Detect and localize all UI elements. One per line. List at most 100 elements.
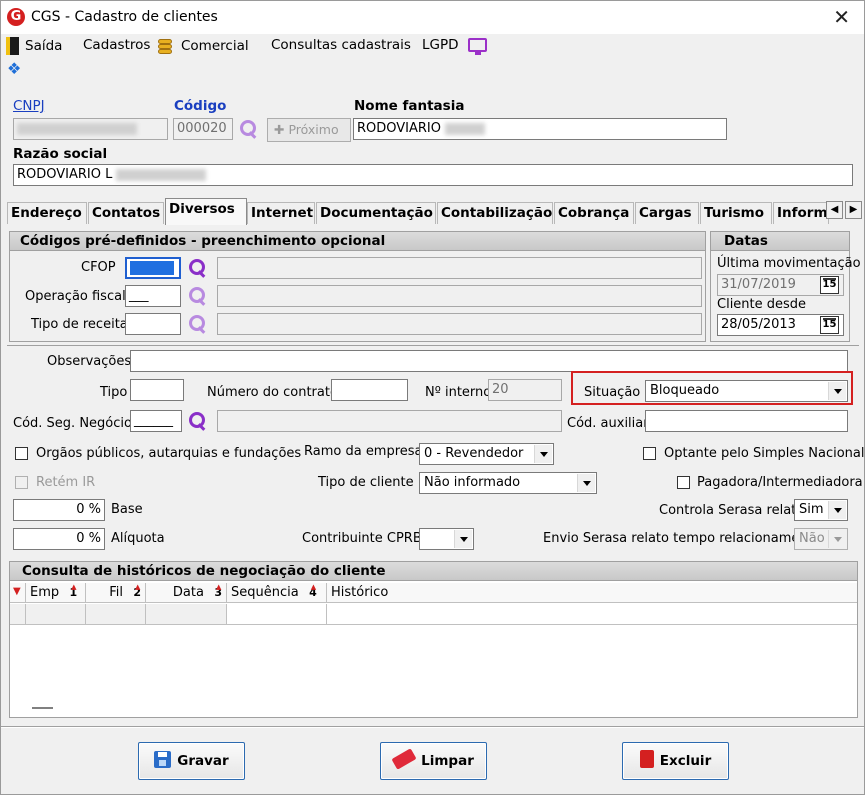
tipo-field[interactable] [130, 379, 184, 401]
grid-cell [86, 604, 146, 625]
chevron-down-icon [828, 382, 846, 400]
tab-cobranca[interactable]: Cobrança [554, 202, 634, 224]
tab-scroll-right-icon[interactable]: ▶ [845, 201, 862, 219]
proximo-button[interactable]: ✚ Próximo [267, 118, 351, 142]
tab-endereco[interactable]: Endereço [7, 202, 87, 224]
calendar-icon[interactable]: 15 [820, 276, 839, 294]
tab-documentacao[interactable]: Documentação [316, 202, 436, 224]
sort-badge: 3 [209, 586, 222, 599]
grid-cell [26, 604, 86, 625]
column-sequencia-label: Sequência [231, 585, 299, 600]
receita-field[interactable] [125, 313, 181, 335]
tab-diversos[interactable]: Diversos [165, 198, 247, 225]
coins-icon [158, 37, 174, 55]
serasa-label: Controla Serasa relato [659, 503, 805, 518]
tab-informacoes[interactable]: Inform [773, 202, 829, 224]
tab-strip: Endereço Contatos Diversos Internet Docu… [7, 198, 863, 225]
chevron-down-icon [454, 530, 472, 548]
operacao-label: Operação fiscal [25, 289, 126, 304]
serasa-select[interactable]: Sim [794, 499, 848, 521]
razao-social-value: RODOVIARIO L [17, 167, 113, 182]
chevron-down-icon [577, 474, 595, 492]
simples-checkbox[interactable] [643, 447, 656, 460]
diamond-icon[interactable]: ❖ [7, 61, 21, 77]
seg-field[interactable]: ______ [130, 410, 182, 432]
limpar-label: Limpar [421, 753, 474, 769]
grid-cell [146, 604, 227, 625]
envio-select[interactable]: Não [794, 528, 848, 550]
ultima-label: Última movimentação [717, 256, 861, 271]
tab-contatos[interactable]: Contatos [88, 202, 164, 224]
column-fil-label: Fil [109, 585, 123, 600]
envio-label: Envio Serasa relato tempo relacionamento [543, 531, 821, 546]
cfop-field[interactable] [125, 257, 181, 279]
calendar-icon-2[interactable]: 15 [820, 316, 839, 334]
cnpj-field[interactable] [13, 118, 168, 140]
sort-badge: 1 [64, 586, 78, 599]
base-field[interactable]: 0 % [13, 499, 105, 521]
column-sequencia[interactable]: Sequência 4 [227, 583, 327, 603]
tipo-label: Tipo [100, 385, 128, 400]
interno-field: 20 [488, 379, 562, 401]
tab-internet[interactable]: Internet [247, 202, 315, 224]
seg-search-icon[interactable] [187, 411, 207, 431]
sort-indicator-icon[interactable]: ▼ [10, 583, 26, 603]
menu-cadastros[interactable]: Cadastros [83, 37, 150, 53]
operacao-search-icon[interactable] [187, 286, 207, 306]
close-icon[interactable]: ✕ [833, 5, 850, 29]
excluir-button[interactable]: Excluir [622, 742, 729, 780]
column-fil[interactable]: Fil 2 [86, 583, 146, 603]
simples-label: Optante pelo Simples Nacional [664, 446, 865, 461]
codigo-field[interactable]: 000020 [173, 118, 233, 140]
orgaos-label: Orgãos públicos, autarquias e fundações [36, 446, 302, 461]
footer-divider [1, 726, 864, 728]
nome-fantasia-field[interactable]: RODOVIARIO [353, 118, 727, 140]
auxiliar-field[interactable] [645, 410, 848, 432]
chevron-down-icon [828, 530, 846, 548]
menu-consultas[interactable]: Consultas cadastrais [271, 37, 411, 53]
retem-checkbox[interactable] [15, 476, 28, 489]
menu-lgpd[interactable]: LGPD [422, 37, 459, 53]
limpar-button[interactable]: Limpar [380, 742, 487, 780]
search-icon[interactable] [238, 119, 258, 139]
contrato-field[interactable] [331, 379, 408, 401]
cnpj-link[interactable]: CNPJ [13, 98, 45, 114]
tab-contabilizacao[interactable]: Contabilização [437, 202, 553, 224]
ramo-select[interactable]: 0 - Revendedor [419, 443, 554, 465]
scroll-handle[interactable] [32, 707, 53, 709]
seg-label: Cód. Seg. Negócio [13, 416, 132, 431]
operacao-field[interactable]: ___ [125, 285, 181, 307]
cfop-search-icon[interactable] [187, 258, 207, 278]
pagadora-checkbox[interactable] [677, 476, 690, 489]
razao-social-field[interactable]: RODOVIARIO L [13, 164, 853, 186]
observacoes-field[interactable] [130, 350, 848, 372]
divider [7, 345, 859, 346]
aliquota-label: Alíquota [111, 531, 165, 546]
receita-search-icon[interactable] [187, 314, 207, 334]
tab-scroll-left-icon[interactable]: ◀ [826, 201, 843, 219]
menu-comercial[interactable]: Comercial [181, 38, 249, 54]
codigo-label: Código [174, 98, 227, 114]
ramo-value: 0 - Revendedor [424, 446, 524, 461]
menu-saida[interactable]: Saída [25, 38, 62, 54]
column-data[interactable]: Data 3 [146, 583, 227, 603]
gravar-button[interactable]: Gravar [138, 742, 245, 780]
monitor-icon[interactable] [468, 38, 487, 55]
column-historico[interactable]: Histórico [327, 583, 857, 603]
window: G CGS - Cadastro de clientes ✕ Saída Cad… [0, 0, 865, 795]
column-emp[interactable]: Emp 1 [26, 583, 86, 603]
title-bar: G CGS - Cadastro de clientes ✕ [1, 1, 864, 34]
tab-cargas[interactable]: Cargas [635, 202, 699, 224]
orgaos-checkbox[interactable] [15, 447, 28, 460]
receita-description [217, 313, 702, 335]
cprb-select[interactable] [419, 528, 474, 550]
aliquota-field[interactable]: 0 % [13, 528, 105, 550]
ramo-label: Ramo da empresa [304, 444, 423, 459]
datas-title: Datas [711, 232, 849, 251]
desde-label: Cliente desde [717, 297, 807, 312]
cfop-label: CFOP [81, 260, 116, 275]
situacao-select[interactable]: Bloqueado [645, 380, 848, 402]
tab-turismo[interactable]: Turismo [700, 202, 772, 224]
tipo-cliente-select[interactable]: Não informado [419, 472, 597, 494]
chevron-down-icon [534, 445, 552, 463]
